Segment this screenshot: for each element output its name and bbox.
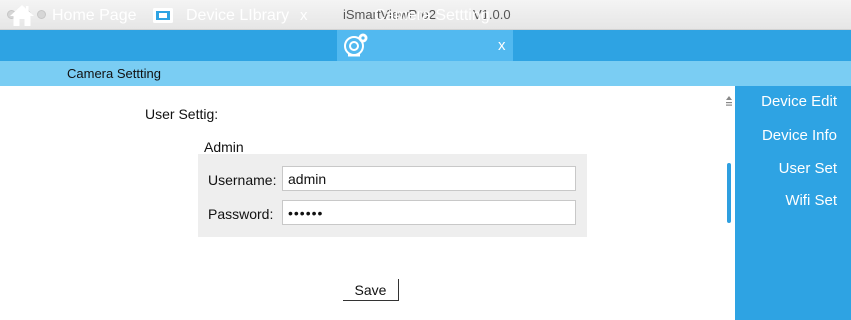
username-label: Username: [208,172,277,188]
user-settings-title: User Settig: [145,106,219,122]
side-menu-wifi-set[interactable]: Wifi Set [785,192,837,209]
device-library-icon [153,8,173,23]
tab-home-page[interactable]: Home Page [52,0,137,31]
camera-settings-icon [344,33,368,57]
side-menu-device-info[interactable]: Device Info [762,127,837,144]
password-field[interactable] [282,200,576,225]
side-menu-device-edit[interactable]: Device Edit [761,93,837,110]
tab-camera-setting-close-button[interactable]: x [498,30,506,61]
side-menu-user-set[interactable]: User Set [779,160,837,177]
tab-device-library[interactable]: Device LIbrary [186,0,289,31]
tab-camera-setting-label[interactable]: Camera Settting [374,0,490,31]
tab-device-library-close-button[interactable]: x [300,0,308,31]
home-icon[interactable] [9,3,35,27]
scroll-up-arrow-icon[interactable] [725,95,733,107]
breadcrumb: Camera Settting [67,66,161,81]
breadcrumb-bar: Camera Settting [0,61,851,86]
password-label: Password: [208,206,274,222]
admin-group-label: Admin [204,139,244,155]
zoom-window-button[interactable] [37,10,46,19]
settings-side-menu: Device Edit Device Info User Set Wifi Se… [735,86,851,320]
scrollbar-thumb[interactable] [727,163,731,223]
save-button[interactable]: Save [343,279,399,301]
username-field[interactable] [282,166,576,191]
